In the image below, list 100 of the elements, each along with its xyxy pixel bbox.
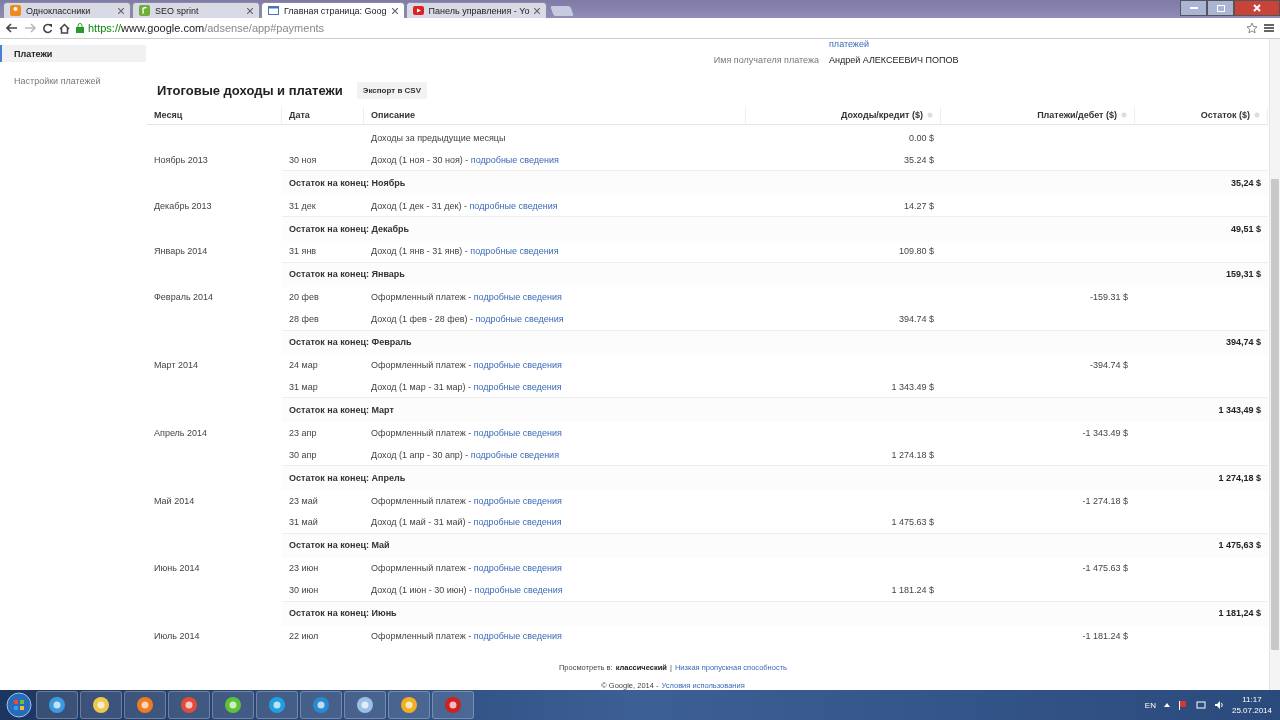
close-icon[interactable] [391, 7, 398, 14]
section-title: Итоговые доходы и платежи [157, 83, 343, 98]
details-link[interactable]: подробные сведения [475, 314, 564, 325]
table-cell-text: Доход (1 ноя - 30 ноя) - подробные сведения [370, 154, 560, 165]
clock[interactable]: 11:17 25.07.2014 [1231, 695, 1272, 715]
table-cell-text: 1 181,24 $ [1217, 608, 1262, 619]
details-link[interactable]: подробные сведения [469, 200, 558, 211]
table-cell-text: -394.74 $ [1088, 360, 1129, 371]
balance-label: Остаток на конец: Февраль [288, 337, 413, 348]
table-cell-text: 394.74 $ [897, 314, 935, 325]
minimize-button[interactable] [1180, 0, 1207, 16]
details-link[interactable]: подробные сведения [473, 360, 562, 371]
column-header: Описание [371, 110, 416, 121]
details-link[interactable]: подробные сведения [473, 517, 562, 528]
details-link[interactable]: подробные сведения [470, 449, 560, 460]
table-cell-text: 1 475,63 $ [1217, 540, 1262, 551]
details-link[interactable]: подробные сведения [473, 292, 562, 303]
address-bar[interactable]: https://www.google.com/adsense/app#payments [76, 19, 1240, 37]
close-icon[interactable] [247, 7, 253, 14]
close-icon [1253, 4, 1261, 12]
details-link[interactable]: подробные сведения [474, 585, 563, 596]
details-link[interactable]: подробные сведения [470, 154, 559, 165]
taskbar-button[interactable] [388, 691, 430, 719]
table-cell-text: Оформленный платеж - подробные сведения [370, 631, 563, 642]
taskbar-button[interactable] [300, 691, 342, 719]
column-header: Доходы/кредит ($) [841, 110, 923, 121]
details-link[interactable]: подробные сведения [473, 563, 562, 574]
export-button[interactable]: Экспорт в CSV [356, 82, 427, 99]
lock-icon [76, 23, 84, 33]
caret-icon[interactable] [1163, 703, 1170, 707]
table-cell-text: 23 май [288, 495, 319, 506]
table-cell-text: 30 июн [288, 585, 320, 596]
language-indicator[interactable]: EN [1144, 700, 1156, 710]
sidebar-item[interactable]: Платежи [0, 45, 146, 62]
table-cell-text: 159,31 $ [1224, 269, 1262, 280]
browser-tab[interactable]: Одноклассники [3, 2, 131, 18]
table-cell-text: 1 343,49 $ [1217, 404, 1262, 415]
table-cell-text: 1 181.24 $ [890, 585, 935, 596]
balance-label: Остаток на конец: Март [288, 404, 395, 415]
browser-tab[interactable]: SEO sprint [132, 2, 260, 18]
column-header: Дата [289, 110, 310, 121]
balance-label: Остаток на конец: Июнь [288, 608, 398, 619]
sidebar-item[interactable]: Настройки платежей [0, 72, 146, 89]
balance-label: Остаток на конец: Ноябрь [288, 177, 407, 188]
taskbar-button[interactable] [344, 691, 386, 719]
field-value: Андрей АЛЕКСЕЕВИЧ ПОПОВ [829, 55, 960, 65]
close-button[interactable] [1234, 0, 1280, 16]
taskbar-button[interactable] [212, 691, 254, 719]
home-icon[interactable] [59, 22, 70, 34]
link[interactable]: платежей [829, 39, 1269, 49]
scrollbar-thumb[interactable] [1271, 179, 1279, 650]
taskbar-button[interactable] [168, 691, 210, 719]
browser-tab[interactable]: Главная страница: Goog [261, 2, 405, 18]
table-cell-text: 394,74 $ [1224, 337, 1262, 348]
table-cell-text: Апрель 2014 [153, 427, 209, 438]
table-cell-text: 31 янв [288, 246, 318, 257]
table-cell-text: 23 апр [288, 427, 318, 438]
table-cell-text: Доходы за предыдущие месяцы [370, 132, 507, 143]
column-header: Остаток ($) [1200, 110, 1250, 121]
taskbar-button[interactable] [36, 691, 78, 719]
flag-icon[interactable] [1177, 700, 1188, 710]
table-cell-text: 14.27 $ [902, 200, 935, 211]
details-link[interactable]: подробные сведения [470, 246, 559, 257]
browser-tab[interactable]: Панель управления - Yo [405, 2, 548, 18]
back-icon[interactable] [6, 23, 18, 33]
details-link[interactable]: подробные сведения [473, 631, 562, 642]
table-cell-text: Май 2014 [153, 495, 196, 506]
maximize-button[interactable] [1207, 0, 1234, 16]
star-icon[interactable] [1246, 22, 1258, 34]
table-cell-text: Доход (1 дек - 31 дек) - подробные сведения [370, 200, 559, 211]
table-cell-text: -1 181.24 $ [1081, 631, 1129, 642]
details-link[interactable]: подробные сведения [473, 381, 562, 392]
table-cell-text: Доход (1 апр - 30 апр) - подробные сведения [370, 449, 561, 460]
start-button[interactable] [4, 691, 34, 719]
balance-label: Остаток на конец: Январь [288, 269, 406, 280]
taskbar-button[interactable] [256, 691, 298, 719]
taskbar-button[interactable] [80, 691, 122, 719]
round-app-icon [180, 696, 198, 714]
table-cell-text: 31 май [288, 517, 319, 528]
speaker-icon[interactable] [1213, 700, 1224, 710]
reload-icon[interactable] [42, 22, 53, 34]
table-cell-text: 1 274.18 $ [890, 449, 935, 460]
table-cell-text: 31 дек [288, 200, 317, 211]
details-link[interactable]: подробные сведения [473, 495, 562, 506]
close-icon[interactable] [118, 7, 124, 14]
taskbar-button[interactable] [432, 691, 474, 719]
details-link[interactable]: подробные сведения [473, 427, 562, 438]
table-cell-text: Январь 2014 [153, 246, 209, 257]
menu-icon[interactable] [1264, 23, 1274, 33]
restore-icon [1216, 4, 1225, 12]
table-cell-text: -1 343.49 $ [1081, 427, 1129, 438]
table-cell-text: 35.24 $ [902, 154, 935, 165]
table-cell-text: -1 274.18 $ [1081, 495, 1129, 506]
balance-label: Остаток на конец: Декабрь [288, 223, 411, 234]
taskbar-button[interactable] [124, 691, 166, 719]
table-cell-text: Доход (1 мар - 31 мар) - подробные сведения [370, 381, 563, 392]
table-cell-text: 31 мар [288, 381, 319, 392]
table-cell-text: 1 343.49 $ [890, 381, 935, 392]
close-icon[interactable] [534, 7, 541, 14]
minimize-icon [1189, 6, 1198, 10]
